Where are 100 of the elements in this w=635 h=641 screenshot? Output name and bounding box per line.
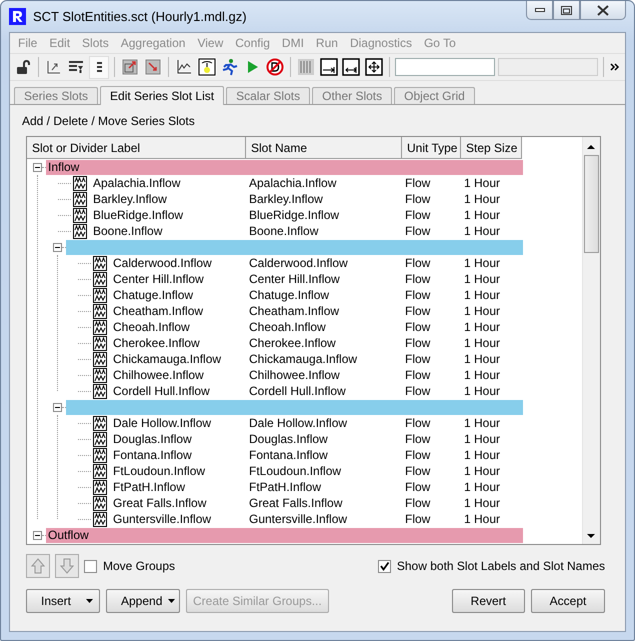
tab[interactable]: Scalar Slots <box>226 87 310 104</box>
dropdown-button[interactable]: Append <box>106 589 180 613</box>
slot-label: FtLoudoun.Inflow <box>113 464 206 478</box>
unit-type: Flow <box>405 256 430 270</box>
tab[interactable]: Series Slots <box>14 87 98 104</box>
series-slot-icon <box>93 480 107 494</box>
tab[interactable]: Object Grid <box>394 87 475 104</box>
list-icon[interactable] <box>89 56 110 78</box>
slot-name: Cherokee.Inflow <box>249 336 336 350</box>
slot-name: Fontana.Inflow <box>249 448 328 462</box>
toolbar-input-field[interactable] <box>394 58 495 76</box>
tab[interactable]: Edit Series Slot List <box>100 86 224 105</box>
slot-label: BlueRidge.Inflow <box>93 208 184 222</box>
slot-name: Cordell Hull.Inflow <box>249 384 346 398</box>
menu-item[interactable]: Diagnostics <box>344 36 418 50</box>
collapse-toggle[interactable] <box>33 162 42 172</box>
series-slot-icon <box>93 448 107 462</box>
menu-item[interactable]: Aggregation <box>114 36 192 50</box>
slot-name: Chilhowee.Inflow <box>249 368 340 382</box>
menu-item[interactable]: Config <box>229 36 276 50</box>
unit-type: Flow <box>405 352 430 366</box>
slot-label: Douglas.Inflow <box>113 432 192 446</box>
dropdown-button[interactable]: Insert <box>26 589 100 613</box>
menu-item[interactable]: Go To <box>418 36 462 50</box>
unit-type: Flow <box>405 336 430 350</box>
series-slot-icon <box>73 176 87 190</box>
slot-name: Cheatham.Inflow <box>249 304 340 318</box>
app-logo-icon <box>9 8 26 25</box>
step-size: 1 Hour <box>464 224 500 238</box>
step-size: 1 Hour <box>464 512 500 526</box>
unit-type: Flow <box>405 368 430 382</box>
series-slot-icon <box>93 336 107 350</box>
step-size: 1 Hour <box>464 208 500 222</box>
collapse-toggle[interactable] <box>33 530 42 540</box>
unit-type: Flow <box>405 464 430 478</box>
divider-row[interactable]: Outflow <box>46 528 523 542</box>
slot-label: Great Falls.Inflow <box>113 496 206 510</box>
stop-icon[interactable] <box>265 56 285 78</box>
maximize-button[interactable] <box>553 1 580 20</box>
collapse-toggle[interactable] <box>53 242 62 252</box>
series-slot-icon <box>93 304 107 318</box>
checkbox[interactable] <box>378 560 391 572</box>
scrollbar[interactable] <box>582 137 600 544</box>
scroll-thumb[interactable] <box>584 155 599 253</box>
menu-item[interactable]: DMI <box>276 36 310 50</box>
menu-item[interactable]: View <box>191 36 230 50</box>
checkbox-label: Move Groups <box>103 559 176 573</box>
slot-name: Apalachia.Inflow <box>249 176 336 190</box>
series-slot-icon <box>93 384 107 398</box>
slot-name: Guntersville.Inflow <box>249 512 348 526</box>
action-button[interactable]: Accept <box>531 589 605 613</box>
action-button[interactable]: Revert <box>452 589 525 613</box>
slot-label: Cheatham.Inflow <box>113 304 204 318</box>
equation-icon[interactable] <box>196 56 216 78</box>
tab[interactable]: Other Slots <box>312 87 392 104</box>
slot-name: BlueRidge.Inflow <box>249 208 340 222</box>
slot-name: Center Hill.Inflow <box>249 272 340 286</box>
step-size: 1 Hour <box>464 336 500 350</box>
menu-item[interactable]: File <box>12 36 44 50</box>
column-header[interactable]: Slot or Divider Label <box>27 137 246 159</box>
step-size: 1 Hour <box>464 320 500 334</box>
slot-name: Chatuge.Inflow <box>249 288 330 302</box>
minimize-button[interactable] <box>526 1 553 20</box>
collapse-toggle[interactable] <box>53 402 62 412</box>
unit-type: Flow <box>405 448 430 462</box>
unit-type: Flow <box>405 496 430 510</box>
menu-item[interactable]: Slots <box>76 36 115 50</box>
unit-type: Flow <box>405 272 430 286</box>
slot-name: Chickamauga.Inflow <box>249 352 358 366</box>
align-right-icon[interactable] <box>318 56 338 78</box>
menu-item[interactable]: Edit <box>43 36 76 50</box>
step-size: 1 Hour <box>464 304 500 318</box>
fit-all-icon[interactable] <box>364 56 384 78</box>
maximize-icon <box>561 6 572 14</box>
checkbox-label: Show both Slot Labels and Slot Names <box>396 559 605 573</box>
slot-label: Calderwood.Inflow <box>113 256 212 270</box>
menu-item[interactable]: Run <box>310 36 344 50</box>
column-header[interactable]: Unit Type <box>402 137 461 159</box>
checkbox[interactable] <box>84 560 97 572</box>
series-slot-icon <box>93 256 107 270</box>
slot-label: Cheoah.Inflow <box>113 320 190 334</box>
step-size: 1 Hour <box>464 480 500 494</box>
slot-label: Cordell Hull.Inflow <box>113 384 210 398</box>
step-size: 1 Hour <box>464 272 500 286</box>
step-size: 1 Hour <box>464 448 500 462</box>
unit-type: Flow <box>405 304 430 318</box>
slot-label: Center Hill.Inflow <box>113 272 204 286</box>
slot-label: Boone.Inflow <box>93 224 162 238</box>
slot-label: Chilhowee.Inflow <box>113 368 204 382</box>
column-header[interactable]: Slot Name <box>246 137 402 159</box>
fit-width-icon[interactable] <box>341 56 362 78</box>
step-size: 1 Hour <box>464 384 500 398</box>
divider-row[interactable]: Inflow <box>46 160 523 174</box>
close-button[interactable] <box>580 1 626 20</box>
section-title: Add / Delete / Move Series Slots <box>21 114 196 128</box>
divider-label: Inflow <box>47 160 80 174</box>
column-header[interactable]: Step Size <box>461 137 522 159</box>
series-slot-icon <box>73 224 87 238</box>
slot-label: Fontana.Inflow <box>113 448 192 462</box>
series-slot-icon <box>93 352 107 366</box>
